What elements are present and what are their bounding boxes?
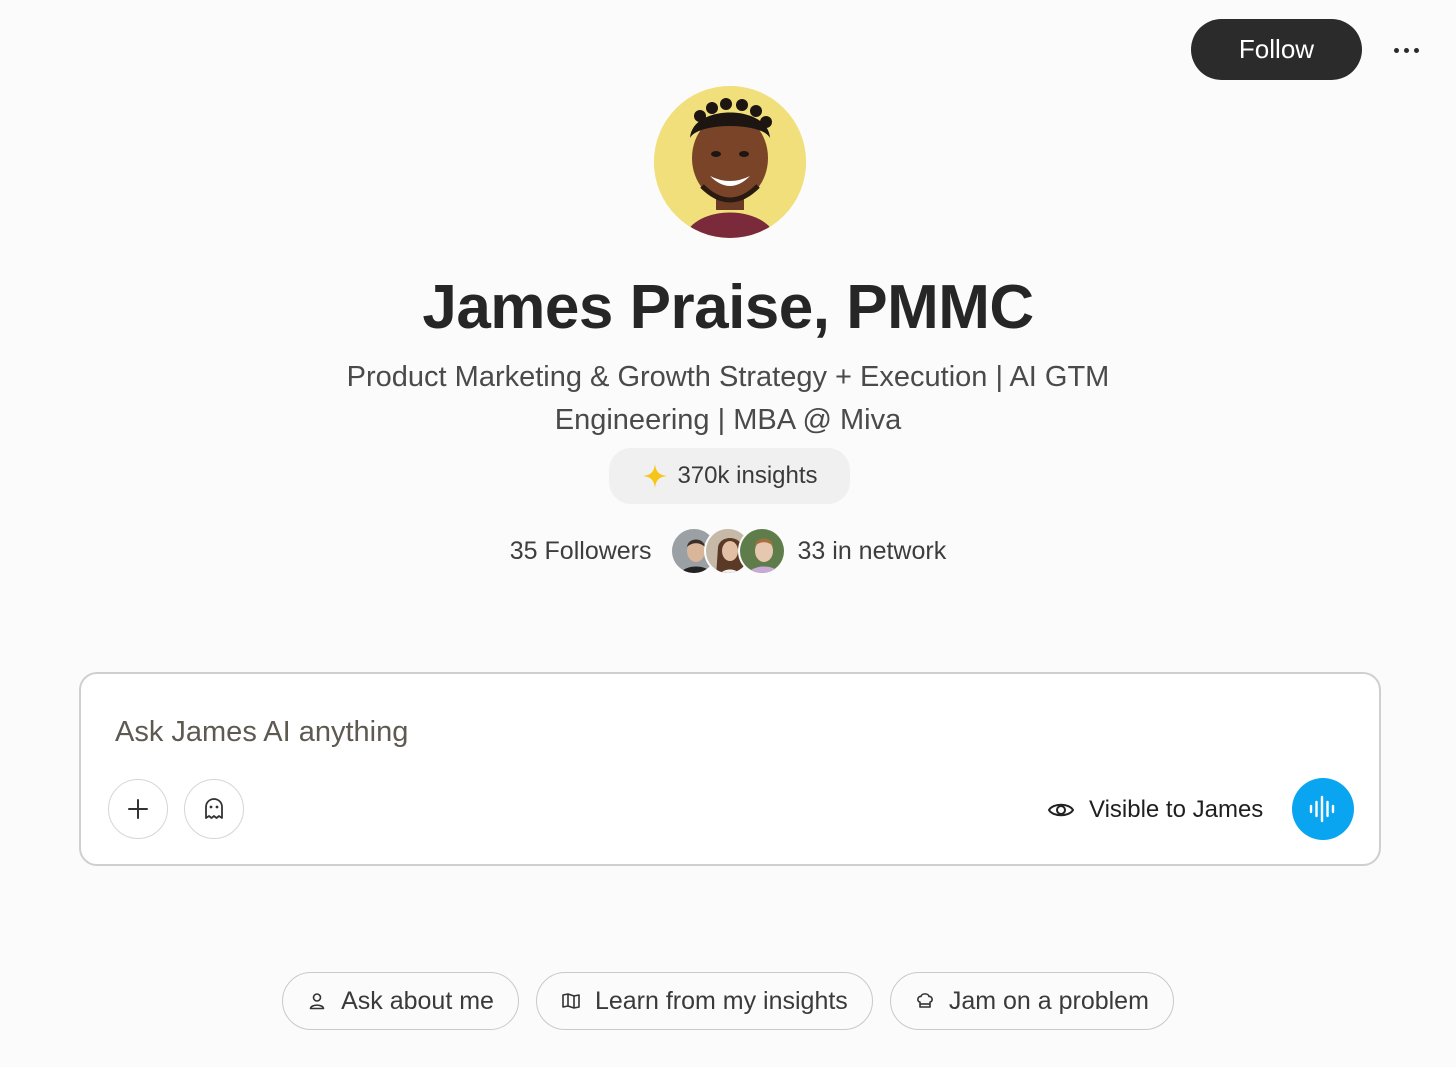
eye-icon	[1047, 803, 1075, 817]
suggestion-jam-problem[interactable]: Jam on a problem	[889, 972, 1174, 1030]
chef-hat-icon	[916, 993, 933, 1008]
suggestion-label: Learn from my insights	[594, 986, 848, 1015]
suggestion-ask-about-me[interactable]: Ask about me	[282, 972, 519, 1030]
network-avatars[interactable]	[669, 527, 786, 575]
waveform-icon	[1309, 795, 1335, 823]
ask-ai-input[interactable]	[115, 710, 1015, 754]
add-attachment-button[interactable]	[108, 779, 168, 839]
headline-line-1: Product Marketing & Growth Strategy + Ex…	[346, 361, 1110, 393]
suggestion-learn-insights[interactable]: Learn from my insights	[535, 972, 873, 1030]
insights-badge: 370k insights	[609, 448, 850, 504]
person-icon	[309, 993, 325, 1010]
ghost-icon	[205, 798, 223, 819]
profile-page: Follow James Praise, PMMC Product Market…	[0, 0, 1456, 1067]
avatar	[654, 86, 806, 238]
plus-icon	[128, 799, 148, 819]
headline-line-2: Engineering | MBA @ Miva	[554, 404, 902, 436]
suggestion-label: Ask about me	[341, 986, 494, 1015]
profile-name: James Praise, PMMC	[422, 273, 1034, 342]
ask-ai-box: Visible to James	[79, 672, 1381, 866]
network-count[interactable]: 33 in network	[798, 537, 947, 566]
book-icon	[562, 993, 580, 1009]
visibility-label: Visible to James	[1089, 796, 1264, 823]
followers-row: 35 Followers 33 in network	[0, 526, 1456, 576]
sparkle-icon	[643, 464, 668, 488]
more-options-icon[interactable]	[1382, 30, 1430, 70]
voice-input-button[interactable]	[1292, 778, 1354, 840]
suggestion-chips: Ask about me Learn from my insights Jam …	[0, 972, 1456, 1030]
ghost-mode-button[interactable]	[184, 779, 244, 839]
suggestion-label: Jam on a problem	[948, 986, 1149, 1015]
profile-headline: Product Marketing & Growth Strategy + Ex…	[318, 356, 1138, 442]
followers-count[interactable]: 35 Followers	[510, 537, 652, 566]
network-avatar	[737, 527, 786, 575]
follow-button[interactable]: Follow	[1191, 19, 1362, 80]
insights-label: 370k insights	[677, 462, 818, 489]
visibility-toggle[interactable]: Visible to James	[1047, 792, 1263, 828]
